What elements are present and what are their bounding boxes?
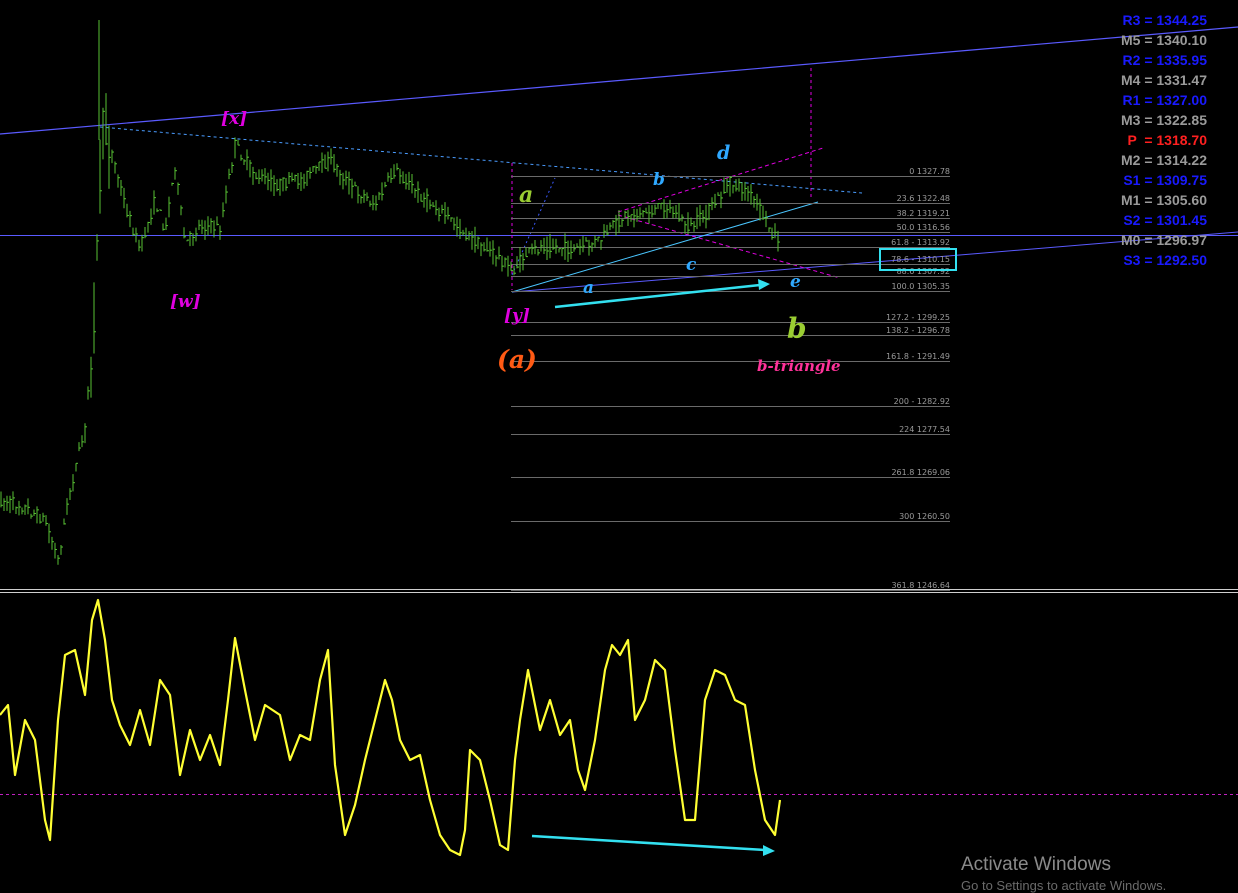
- pivot-level: M1 = 1305.60: [1120, 192, 1207, 208]
- pivot-level: S2 = 1301.45: [1123, 212, 1207, 228]
- fibonacci-retracement[interactable]: 0 1327.78 23.6 1322.48 38.2 1319.21 50.0 13…: [511, 167, 950, 591]
- fib-level-label: 200 - 1282.92: [894, 397, 950, 406]
- cyan-arrow-oscillator[interactable]: [531, 834, 766, 852]
- wave-label-e-small: e: [790, 272, 801, 292]
- arrowhead-icon: [763, 845, 775, 856]
- fib-level-label: 161.8 - 1291.49: [886, 352, 950, 361]
- pivot-level: R1 = 1327.00: [1122, 92, 1207, 108]
- fib-level-label: 61.8 - 1313.92: [891, 238, 950, 247]
- wave-label-w: [w]: [170, 292, 201, 312]
- chart-window[interactable]: 0 1327.78 23.6 1322.48 38.2 1319.21 50.0 13…: [0, 0, 1238, 893]
- price-chart[interactable]: 0 1327.78 23.6 1322.48 38.2 1319.21 50.0 13…: [0, 0, 1238, 886]
- fib-level-label: 23.6 1322.48: [897, 194, 950, 203]
- fib-level-label: 0 1327.78: [909, 167, 950, 176]
- pivot-level: M4 = 1331.47: [1120, 72, 1207, 88]
- wave-label-a-green: a: [519, 182, 533, 208]
- magenta-dashed-line[interactable]: [617, 214, 841, 279]
- wave-label-big-a: (a): [497, 345, 537, 374]
- price-candles: [0, 20, 780, 565]
- wave-label-b-green: b: [787, 312, 807, 345]
- wave-label-c-small: c: [686, 255, 697, 275]
- wave-label-b-small: b: [653, 170, 665, 190]
- wave-label-y: [y]: [504, 306, 530, 326]
- fib-level-label: 300 1260.50: [899, 512, 950, 521]
- fib-level-label: 127.2 - 1299.25: [886, 313, 950, 322]
- fib-level-label: 88.6 1307.92: [897, 267, 950, 276]
- pivot-level: S3 = 1292.50: [1123, 252, 1207, 268]
- pivot-level: R3 = 1344.25: [1122, 12, 1207, 28]
- pivot-level: S1 = 1309.75: [1123, 172, 1207, 188]
- wave-label-a-small: a: [583, 278, 594, 298]
- pivot-level: M5 = 1340.10: [1120, 32, 1207, 48]
- fib-level-label: 138.2 - 1296.78: [886, 326, 950, 335]
- fib-level-label: 100.0 1305.35: [891, 282, 950, 291]
- pivot-level: M0 = 1296.97: [1120, 232, 1207, 248]
- wave-label-d-small: d: [717, 142, 730, 164]
- wave-label-x: [x]: [221, 109, 247, 129]
- b-triangle-label: b-triangle: [757, 357, 841, 375]
- triangle-top-line[interactable]: [99, 126, 863, 194]
- fib-level-label: 361.8 1246.64: [891, 581, 950, 590]
- fib-level-label: 224 1277.54: [899, 425, 950, 434]
- oscillator-line: [0, 598, 782, 857]
- upper-trendline[interactable]: [0, 26, 1238, 135]
- arrowhead-icon: [758, 279, 770, 290]
- fib-level-label: 261.8 1269.06: [891, 468, 950, 477]
- fib-level-label: 38.2 1319.21: [897, 209, 950, 218]
- pivot-level: M2 = 1314.22: [1120, 152, 1207, 168]
- fib-level-label: 78.6 - 1310.15: [891, 255, 950, 264]
- activate-windows-title: Activate Windows: [961, 854, 1111, 875]
- fib-level-label: 50.0 1316.56: [897, 223, 950, 232]
- pivot-level: M3 = 1322.85: [1120, 112, 1207, 128]
- pivot-level: P = 1318.70: [1127, 132, 1207, 148]
- pivot-level: R2 = 1335.95: [1122, 52, 1207, 68]
